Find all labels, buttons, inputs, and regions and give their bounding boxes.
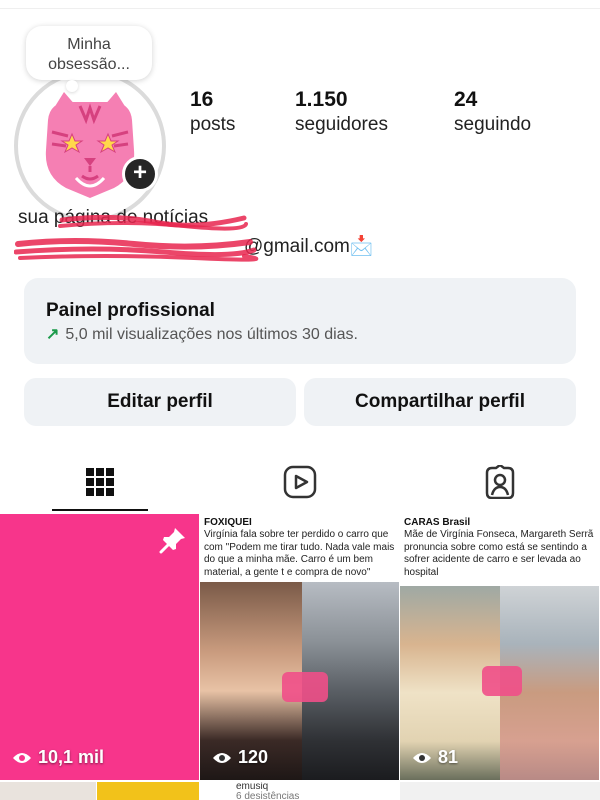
pink-tiger-logo xyxy=(45,92,135,198)
view-count: 81 xyxy=(412,747,458,768)
bio-line-1: sua página de notícias xyxy=(18,207,209,228)
profile-avatar[interactable]: + xyxy=(14,70,166,222)
post-sticker xyxy=(282,672,328,702)
view-count-text: 81 xyxy=(438,747,459,767)
stat-posts-value: 16 xyxy=(190,88,214,111)
news-caption: CARAS Brasil Mãe de Virgínia Fonseca, Ma… xyxy=(400,514,599,582)
view-count-text: 120 xyxy=(238,747,269,767)
stat-following[interactable]: 24 seguindo xyxy=(454,88,531,138)
dashboard-subtitle: ↗ 5,0 mil visualizações nos últimos 30 di… xyxy=(46,325,554,345)
view-count: 10,1 mil xyxy=(12,747,104,768)
trend-up-icon: ↗ xyxy=(46,326,60,343)
stat-posts-label: posts xyxy=(190,114,236,135)
share-profile-button[interactable]: Compartilhar perfil xyxy=(304,378,576,426)
post-tile[interactable]: 10,1 mil xyxy=(0,514,199,780)
tab-posts-grid[interactable] xyxy=(0,452,200,512)
view-count-text: 10,1 mil xyxy=(38,747,105,767)
post-tile-partial[interactable] xyxy=(400,782,600,800)
view-count: 120 xyxy=(212,747,268,768)
bio-email-text: @gmail.com xyxy=(244,236,350,257)
stat-followers-label: seguidores xyxy=(295,114,388,135)
dashboard-views-text: 5,0 mil visualizações nos últimos 30 dia… xyxy=(65,326,358,343)
post-sticker xyxy=(482,666,522,696)
edit-profile-button[interactable]: Editar perfil xyxy=(24,378,296,426)
dashboard-title: Painel profissional xyxy=(46,300,215,321)
post-tile[interactable]: CARAS Brasil Mãe de Virgínia Fonseca, Ma… xyxy=(400,514,599,780)
posts-grid: 10,1 mil FOXIQUEI Virgínia fala sobre te… xyxy=(0,514,600,800)
stat-following-value: 24 xyxy=(454,88,478,111)
stat-followers-value: 1.150 xyxy=(295,88,348,111)
tab-reels[interactable] xyxy=(200,452,400,512)
note-bubble[interactable]: Minha obsessão... xyxy=(26,26,152,92)
avatar-image xyxy=(24,80,156,212)
tagged-icon xyxy=(485,465,515,499)
active-tab-indicator xyxy=(52,509,148,511)
tab-tagged[interactable] xyxy=(400,452,600,512)
eye-icon xyxy=(213,752,231,763)
professional-dashboard[interactable]: Painel profissional ↗ 5,0 mil visualizaçõ… xyxy=(24,278,576,364)
post-tile[interactable]: FOXIQUEI Virgínia fala sobre ter perdido… xyxy=(200,514,399,780)
news-source: CARAS Brasil xyxy=(404,517,471,528)
row2-sub: 6 desistências xyxy=(236,791,300,800)
news-caption: FOXIQUEI Virgínia fala sobre ter perdido… xyxy=(200,514,399,582)
bio-line-2[interactable]: @gmail.com📩 xyxy=(18,234,374,258)
news-source: FOXIQUEI xyxy=(204,517,252,528)
add-story-button[interactable]: + xyxy=(122,156,158,192)
stat-followers[interactable]: 1.150 seguidores xyxy=(295,88,388,138)
stat-following-label: seguindo xyxy=(454,114,532,135)
eye-icon xyxy=(13,752,31,763)
post-tile-partial[interactable] xyxy=(97,782,199,800)
note-text: Minha obsessão... xyxy=(48,36,130,73)
post-tile-partial[interactable] xyxy=(0,782,96,800)
email-emoji-icon: 📩 xyxy=(349,236,374,257)
pin-icon xyxy=(159,528,185,554)
profile-tabs xyxy=(0,452,600,512)
post-tile-partial[interactable]: emusiq 6 desistências xyxy=(200,782,399,800)
grid-icon xyxy=(86,468,114,496)
news-text: Virgínia fala sobre ter perdido o carro … xyxy=(204,529,395,578)
news-text: Mãe de Virgínia Fonseca, Margareth Serrã… xyxy=(404,529,594,578)
eye-icon xyxy=(413,752,431,763)
top-divider xyxy=(0,8,600,9)
reels-icon xyxy=(283,465,317,499)
stat-posts[interactable]: 16 posts xyxy=(190,88,235,138)
